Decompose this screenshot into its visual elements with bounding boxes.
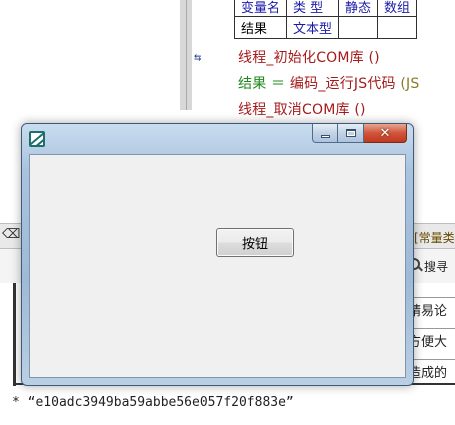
header-type: 类 型: [286, 0, 340, 17]
app-icon[interactable]: [29, 131, 45, 147]
maximize-icon: [345, 129, 356, 137]
panel-eraser-icon[interactable]: ⌫: [2, 227, 20, 242]
search-button-label[interactable]: 搜寻: [424, 258, 448, 275]
gutter-divider: [186, 0, 187, 110]
cell-static[interactable]: [338, 16, 379, 39]
tab-constants[interactable]: [常量类: [414, 229, 455, 246]
cell-type[interactable]: 文本型: [286, 16, 340, 39]
header-array: 数组: [377, 0, 418, 17]
code-line-run-js[interactable]: 结果 ＝ 编码_运行JS代码 (JS: [238, 73, 419, 93]
code-assign-operator: ＝: [266, 76, 290, 92]
code-call-arg: (JS: [395, 76, 420, 92]
dialog-client-area: 按钮: [29, 154, 406, 378]
close-icon: ✕: [379, 125, 391, 141]
dialog-titlebar[interactable]: ✕: [22, 124, 413, 154]
caption-buttons: ✕: [312, 124, 407, 143]
variable-table-row[interactable]: 结果 文本型: [233, 16, 418, 39]
breakpoint-marker-icon[interactable]: ⇆: [194, 50, 201, 64]
code-line-release-com[interactable]: 线程_取消COM库 (): [238, 99, 366, 119]
header-var-name: 变量名: [233, 0, 288, 17]
variable-table-header: 变量名 类 型 静态 数组: [233, 0, 418, 17]
action-button[interactable]: 按钮: [216, 228, 294, 257]
variable-table: 变量名 类 型 静态 数组 结果 文本型: [233, 0, 418, 39]
cell-array[interactable]: [377, 16, 418, 39]
close-button[interactable]: ✕: [364, 124, 407, 143]
maximize-button[interactable]: [338, 124, 364, 143]
output-panel-left-border: [13, 283, 16, 386]
code-call-name: 编码_运行JS代码: [289, 76, 396, 92]
dialog-window[interactable]: ✕ 按钮: [21, 123, 414, 386]
minimize-icon: [320, 134, 330, 138]
output-result-line: * “e10adc3949ba59abbe56e057f20f883e”: [12, 395, 294, 410]
code-assign-target: 结果: [238, 76, 267, 92]
cell-var-name[interactable]: 结果: [233, 16, 288, 39]
code-line-init-com[interactable]: 线程_初始化COM库 (): [238, 47, 380, 67]
minimize-button[interactable]: [312, 124, 338, 143]
header-static: 静态: [338, 0, 379, 17]
